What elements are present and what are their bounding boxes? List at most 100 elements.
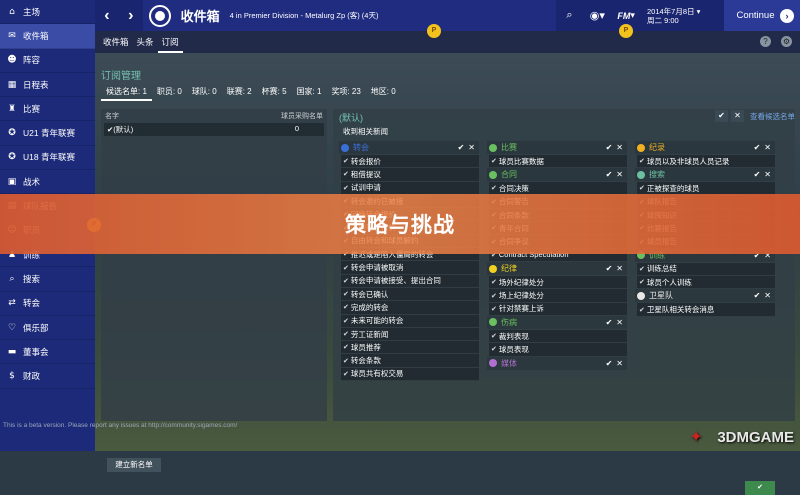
club-logo-icon[interactable] (148, 4, 171, 27)
category-header[interactable]: 转会 ✔ ✕ (339, 141, 479, 154)
category-header[interactable]: 卫星队 ✔ ✕ (635, 289, 775, 303)
subscription-item[interactable]: ✔ 场外纪律处分 (489, 276, 627, 290)
globe-icon[interactable]: ◉▾ (583, 0, 611, 31)
sidebar-item[interactable]: $ 财政 (0, 364, 95, 389)
filter-tab[interactable]: 杯赛: 5 (257, 84, 292, 101)
close-icon[interactable]: ✕ (764, 143, 771, 152)
sidebar-item[interactable]: ✪ U18 青年联赛 (0, 146, 95, 171)
subscription-item[interactable]: ✔ 租借提议 (341, 168, 479, 182)
subscription-item[interactable]: ✔ 转会申请被取消 (341, 261, 479, 275)
sidebar-item-label: 收件箱 (23, 30, 49, 41)
close-icon[interactable]: ✕ (616, 318, 623, 327)
sidebar-item[interactable]: ▦ 日程表 (0, 73, 95, 98)
subscription-item[interactable]: ✔ 转会条款 (341, 354, 479, 368)
subscription-item-label: 裁判表现 (498, 331, 529, 341)
sidebar-item[interactable]: ⌂ 主场 (0, 0, 95, 25)
category-header[interactable]: 伤病 ✔ ✕ (487, 315, 627, 329)
back-button[interactable]: ‹ (95, 0, 119, 31)
sidebar-item[interactable]: ▣ 战术 (0, 170, 95, 195)
subscription-item[interactable]: ✔ 试训申请 (341, 181, 479, 195)
sidebar-item[interactable]: ▬ 董事会 (0, 340, 95, 365)
subscription-item[interactable]: ✔ 场上纪律处分 (489, 289, 627, 303)
category-header[interactable]: 纪律 ✔ ✕ (487, 262, 627, 276)
subscription-item[interactable]: ✔ 球员共有权交易 (341, 367, 479, 382)
close-icon[interactable]: ✕ (616, 143, 623, 152)
create-list-button[interactable]: 建立新名单 (107, 458, 161, 472)
check-icon[interactable]: ✔ (606, 170, 613, 179)
close-icon[interactable]: ✕ (764, 170, 771, 179)
check-icon[interactable]: ✔ (458, 143, 465, 152)
check-icon[interactable]: ✔ (606, 359, 613, 368)
col-count-header[interactable]: 球员采购名单 (281, 111, 323, 121)
subscription-item[interactable]: ✔ 球员以及非球员人员记录 (637, 155, 775, 169)
subscription-item[interactable]: ✔ 针对禁赛上诉 (489, 302, 627, 316)
continue-button[interactable]: Continue › (724, 0, 800, 31)
subscription-item[interactable]: ✔ 球员推荐 (341, 341, 479, 355)
close-icon[interactable]: ✕ (616, 264, 623, 273)
list-row-value: 0 (294, 124, 299, 133)
close-icon[interactable]: ✕ (616, 170, 623, 179)
hint-marker-icon[interactable]: P (619, 24, 633, 38)
select-all-button[interactable]: ✔ (715, 110, 728, 122)
check-icon[interactable]: ✔ (754, 143, 761, 152)
filter-tab[interactable]: 奖项: 23 (326, 84, 365, 101)
close-icon[interactable]: ✕ (764, 291, 771, 300)
category-header[interactable]: 合同 ✔ ✕ (487, 168, 627, 182)
clear-all-button[interactable]: ✕ (731, 110, 744, 122)
filter-tab[interactable]: 国家: 1 (292, 84, 327, 101)
subscription-item[interactable]: ✔ 球员表现 (489, 343, 627, 357)
sidebar-item-label: 日程表 (23, 79, 49, 90)
subscription-item[interactable]: ✔ 转会申请被接受、提出合同 (341, 274, 479, 288)
subscription-item[interactable]: ✔ 转会已确认 (341, 287, 479, 302)
category-name: 比赛 (501, 143, 517, 152)
subscription-item[interactable]: ✔ 转会报价 (341, 155, 479, 169)
category-header[interactable]: 比赛 ✔ ✕ (487, 141, 627, 154)
subtab[interactable]: 订阅 (157, 31, 183, 53)
subtab[interactable]: 头条 (133, 31, 158, 53)
subscription-item[interactable]: ✔ 劳工证新闻 (341, 327, 479, 342)
category-header[interactable]: 媒体 ✔ ✕ (487, 356, 627, 370)
view-shortlist-link[interactable]: 查看候选名单 (750, 111, 795, 122)
category-header[interactable]: 纪录 ✔ ✕ (635, 141, 775, 154)
filter-tab[interactable]: 职员: 0 (152, 84, 187, 101)
check-icon[interactable]: ✔ (754, 291, 761, 300)
subscription-item[interactable]: ✔ 完成的转会 (341, 301, 479, 315)
subscription-item[interactable]: ✔ 裁判表现 (489, 329, 627, 344)
check-icon[interactable]: ✔ (606, 318, 613, 327)
search-icon[interactable]: ⌕ (556, 0, 584, 31)
gear-icon[interactable]: ⚙ (781, 36, 792, 47)
check-icon[interactable]: ✔ (754, 170, 761, 179)
sidebar-item[interactable]: ☻ 阵容 (0, 49, 95, 73)
subscription-item[interactable]: ✔ 卫星队相关转会消息 (637, 303, 775, 317)
subscription-item[interactable]: ✔ 未来可能的转会 (341, 314, 479, 328)
sidebar-item[interactable]: ♜ 比赛 (0, 97, 95, 122)
sidebar-item[interactable]: ⌕ 搜索 (0, 267, 95, 292)
subscription-item[interactable]: ✔ 训练总结 (637, 262, 775, 277)
sidebar-item[interactable]: ✉ 收件箱 (0, 24, 95, 49)
help-icon[interactable]: ? (760, 36, 771, 47)
category-header[interactable]: 搜索 ✔ ✕ (635, 168, 775, 182)
forward-button[interactable]: › (119, 0, 143, 31)
sidebar-item[interactable]: ⇄ 转会 (0, 292, 95, 316)
close-icon[interactable]: ✕ (616, 359, 623, 368)
date-display[interactable]: 2014年7月8日 ▾ 周二 9:00 (641, 7, 724, 25)
hint-marker-icon[interactable]: P (427, 24, 441, 38)
filter-tab[interactable]: 联赛: 2 (222, 84, 257, 101)
close-icon[interactable]: ✕ (468, 143, 475, 152)
list-row[interactable]: ✔(默认) 0 (104, 123, 324, 136)
check-icon: ✔ (343, 344, 349, 352)
subtab[interactable]: 收件箱 (99, 31, 133, 53)
filter-tab[interactable]: 候选名单: 1 (101, 84, 152, 101)
check-icon[interactable]: ✔ (606, 264, 613, 273)
confirm-button[interactable]: ✔ (745, 481, 775, 495)
check-icon: ✔ (491, 185, 497, 193)
check-icon[interactable]: ✔ (606, 143, 613, 152)
filter-tab[interactable]: 球队: 0 (187, 84, 222, 101)
beta-notice: This is a beta version. Please report an… (3, 422, 238, 429)
subscription-item[interactable]: ✔ 球员比赛数据 (489, 155, 627, 169)
filter-tab[interactable]: 地区: 0 (366, 84, 401, 101)
col-name-header[interactable]: 名字 (105, 111, 119, 121)
sidebar-item[interactable]: ♡ 俱乐部 (0, 316, 95, 341)
sidebar-item[interactable]: ✪ U21 青年联赛 (0, 121, 95, 146)
subscription-item[interactable]: ✔ 球员个人训练 (637, 276, 775, 290)
